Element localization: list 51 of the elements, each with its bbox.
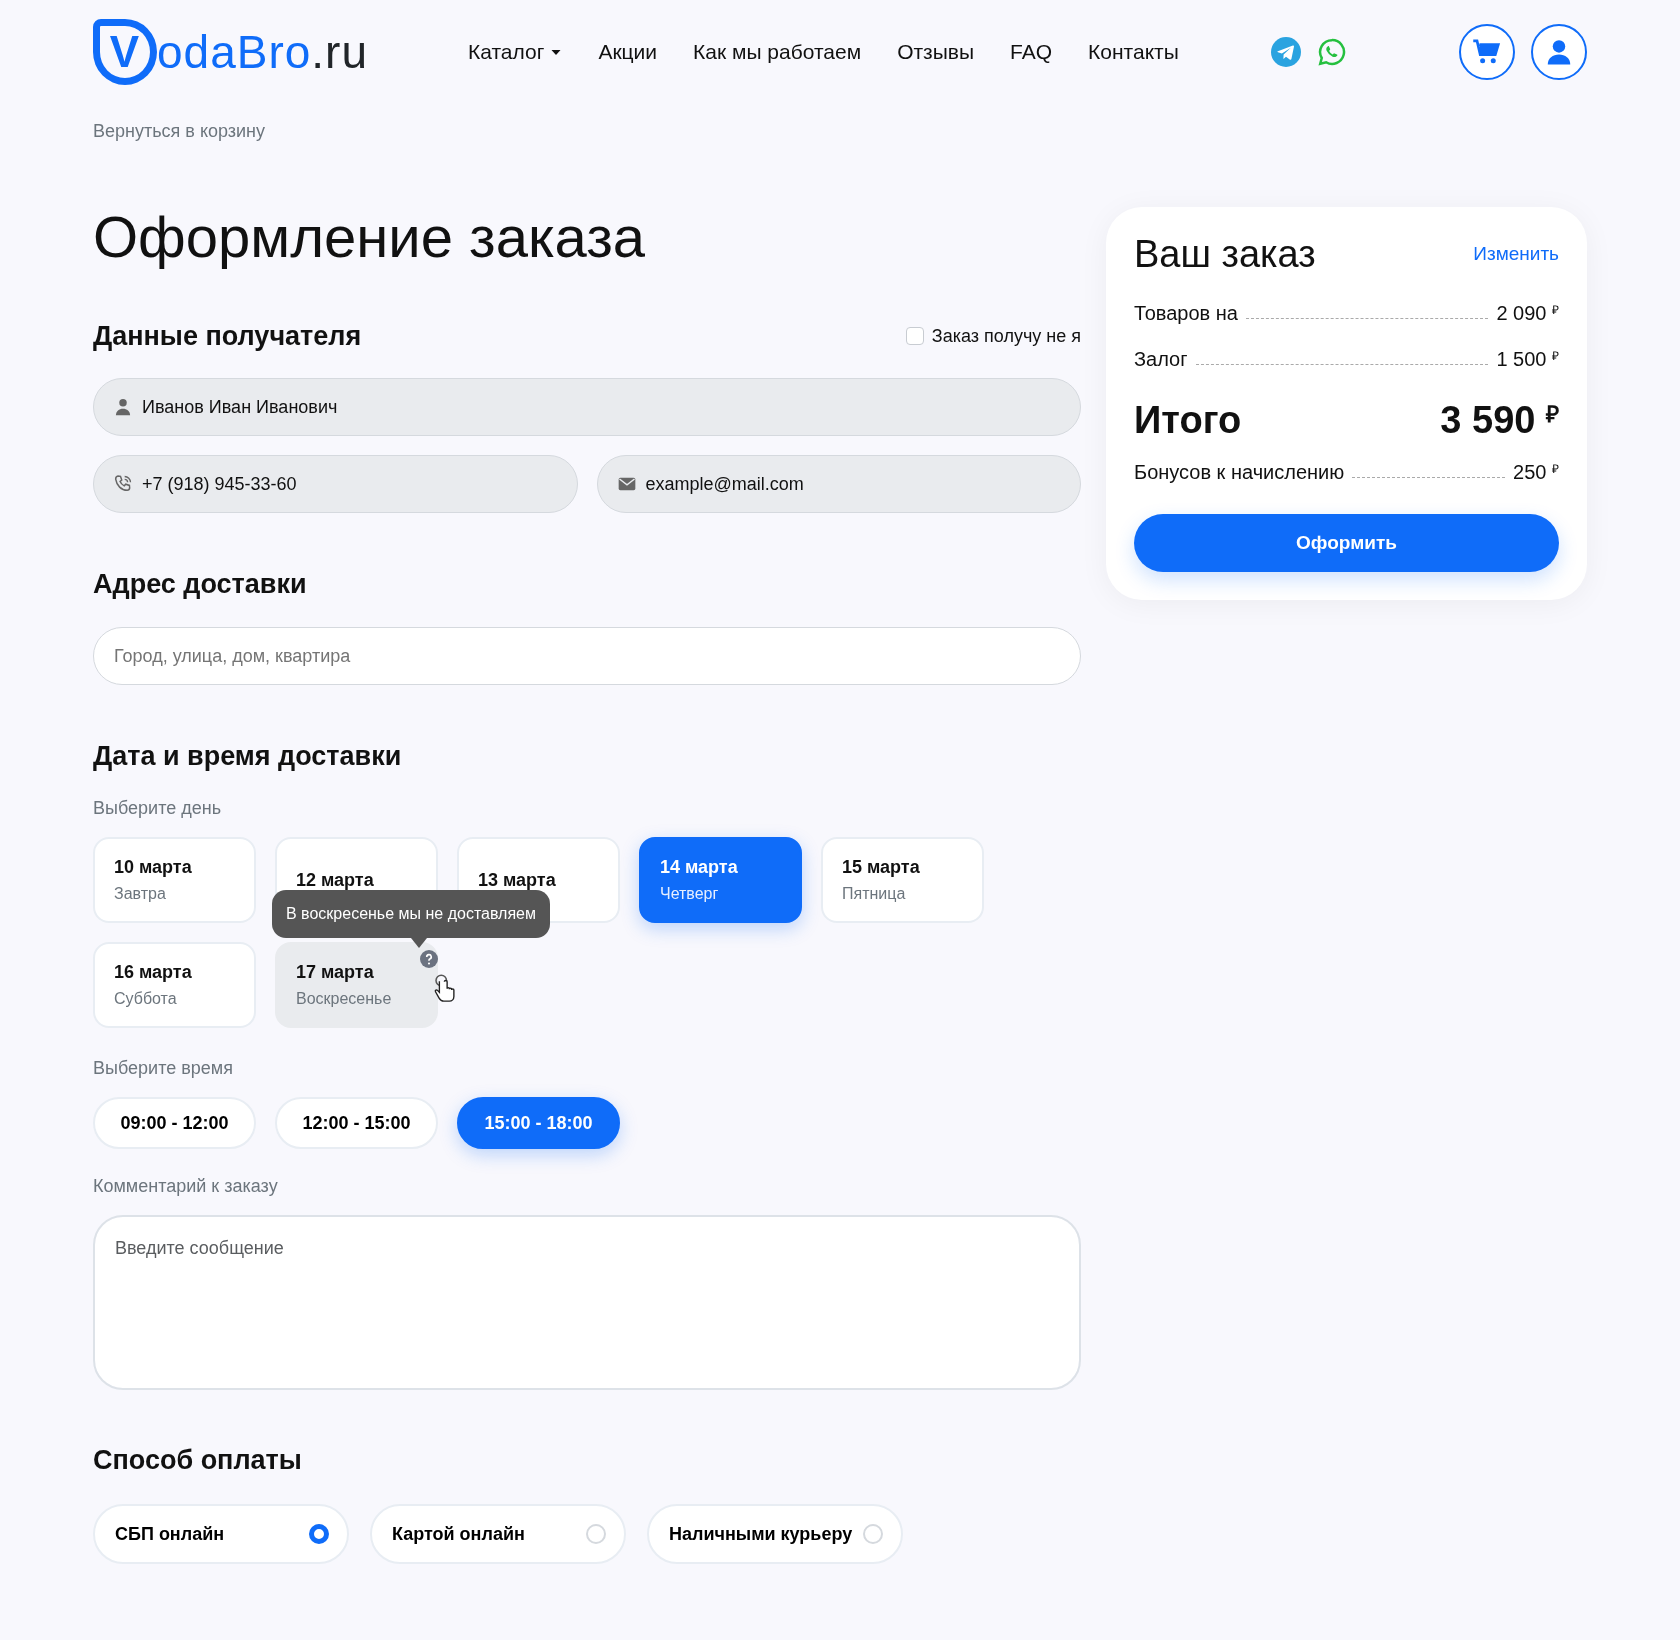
section-heading: Дата и время доставки (93, 740, 403, 773)
tooltip: В воскресенье мы не доставляем (272, 890, 550, 938)
email-field[interactable]: example@mail.com (596, 455, 1081, 513)
help-icon (420, 950, 438, 968)
payment-option[interactable]: Картой онлайн (370, 1504, 626, 1564)
section-heading: Адрес доставки (93, 568, 308, 601)
section-heading: Способ оплаты (93, 1444, 303, 1477)
page-title: Оформление заказа (93, 203, 647, 271)
profile-button[interactable] (1531, 24, 1587, 80)
day-option[interactable]: 15 марта Пятница (821, 837, 984, 923)
phone-field[interactable]: +7 (918) 945-33-60 (93, 455, 578, 513)
total-value: 3 590 $^{₽}$ (1440, 398, 1559, 443)
payment-option[interactable]: Наличными курьеру (647, 1504, 903, 1564)
payment-option[interactable]: СБП онлайн (93, 1504, 349, 1564)
edit-link[interactable]: Изменить (1473, 239, 1559, 269)
time-option[interactable]: 12:00 - 15:00 (275, 1097, 438, 1149)
checkout-button[interactable]: Оформить (1134, 514, 1559, 572)
nav-link[interactable]: Отзывы (897, 36, 975, 68)
field-label: Комментарий к заказу (93, 1175, 279, 1198)
nav-link[interactable]: Акции (598, 36, 658, 68)
back-link[interactable]: Вернуться в корзину (93, 118, 266, 145)
summary-label: Залог (1134, 347, 1188, 372)
summary-label: Бонусов к начислению (1134, 460, 1345, 485)
summary-value: 250 $^{₽}$ (1513, 460, 1559, 485)
paper-plane-icon[interactable] (1270, 37, 1301, 67)
total-label: Итого (1134, 398, 1242, 443)
phone-icon (113, 474, 133, 494)
logo[interactable]: V odaBro.ru (93, 17, 369, 87)
field-label: Выберите день (93, 797, 222, 820)
nav-link[interactable]: Контакты (1088, 36, 1179, 68)
name-field[interactable]: Иванов Иван Иванович (93, 378, 1081, 436)
summary-value: 1 500 $^{₽}$ (1496, 347, 1559, 372)
cart-button[interactable] (1459, 24, 1515, 80)
comment-field[interactable]: Введите сообщение (93, 1215, 1081, 1390)
card-title: Ваш заказ (1134, 232, 1316, 277)
field-label: Выберите время (93, 1057, 234, 1080)
day-option[interactable]: 16 марта Суббота (93, 942, 256, 1028)
time-option[interactable]: 09:00 - 12:00 (93, 1097, 256, 1149)
section-heading: Данные получателя (93, 320, 362, 353)
nav-link[interactable]: Каталог (468, 36, 563, 68)
time-option[interactable]: 15:00 - 18:00 (457, 1097, 620, 1149)
address-field[interactable]: Город, улица, дом, квартира (93, 627, 1081, 685)
person-icon (113, 397, 133, 417)
day-option[interactable]: 14 марта Четверг (639, 837, 802, 923)
summary-label: Товаров на (1134, 301, 1238, 326)
nav-link[interactable]: FAQ (1010, 36, 1053, 68)
day-option[interactable]: 10 марта Завтра (93, 837, 256, 923)
nav-link[interactable]: Как мы работаем (693, 36, 862, 68)
summary-value: 2 090 $^{₽}$ (1496, 301, 1559, 326)
checkbox[interactable]: Заказ получу не я (905, 322, 1081, 350)
tooltip-arrow (411, 938, 427, 948)
